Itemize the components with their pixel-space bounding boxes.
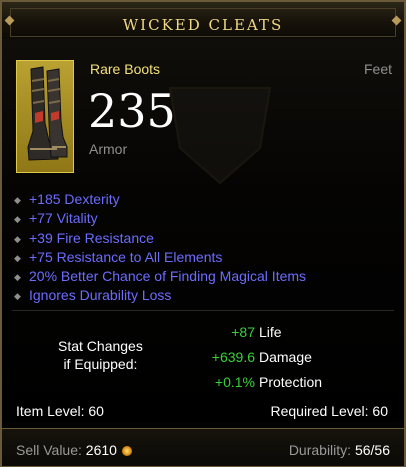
armor-shield-watermark-icon <box>168 87 272 185</box>
item-rarity-type: Rare Boots <box>90 61 161 77</box>
stat-change-row: +87 Life <box>205 323 322 348</box>
diamond-bullet-icon: ◆ <box>14 214 21 225</box>
sell-value-amount: 2610 <box>85 442 117 458</box>
item-name: WICKED CLEATS <box>122 16 284 34</box>
stat-change-value: +87 <box>231 324 255 340</box>
durability-label: Durability: <box>288 442 352 458</box>
item-level: Item Level: 60 <box>16 403 104 419</box>
gold-coin-icon <box>121 446 132 456</box>
affix-item: ◆ 20% Better Chance of Finding Magical It… <box>14 267 306 286</box>
sell-value-label: Sell Value: <box>16 442 82 458</box>
stat-change-row: +639.6 Damage <box>205 348 322 373</box>
affix-item: ◆ Ignores Durability Loss <box>14 286 306 305</box>
affix-item: ◆ +185 Dexterity <box>14 190 306 209</box>
boots-icon <box>17 61 73 172</box>
stat-change-name: Damage <box>259 349 312 365</box>
diamond-bullet-icon: ◆ <box>14 291 21 302</box>
diamond-bullet-icon: ◆ <box>14 195 21 205</box>
affix-item: ◆ +39 Fire Resistance <box>14 229 306 248</box>
diamond-bullet-icon: ◆ <box>14 252 21 263</box>
section-divider <box>12 310 394 311</box>
affix-item: ◆ +75 Resistance to All Elements <box>14 248 306 267</box>
item-slot: Feet <box>363 61 392 77</box>
diamond-bullet-icon: ◆ <box>14 233 21 244</box>
stat-change-name: Protection <box>259 374 323 390</box>
sell-value: Sell Value: 2610 <box>16 442 132 458</box>
stat-change-value: +0.1% <box>214 374 255 390</box>
stat-change-name: Life <box>259 324 282 340</box>
affix-item: ◆ +77 Vitality <box>14 209 306 228</box>
stat-change-value: +639.6 <box>211 349 255 365</box>
affix-list: ◆ +185 Dexterity ◆ +77 Vitality ◆ +39 Fire … <box>14 190 306 306</box>
stat-changes-list: +87 Life +639.6 Damage +0.1% Protection <box>205 323 322 398</box>
item-portrait <box>16 60 74 173</box>
tooltip-title-bar: WICKED CLEATS <box>2 2 404 41</box>
tooltip-footer: Sell Value: 2610 Durability: 56/56 <box>2 428 404 466</box>
required-level: Required Level: 60 <box>270 403 388 419</box>
stat-changes-heading: Stat Changes if Equipped: <box>58 338 143 372</box>
diamond-bullet-icon: ◆ <box>14 272 21 283</box>
stat-change-row: +0.1% Protection <box>205 373 322 398</box>
armor-label: Armor <box>89 141 128 157</box>
durability: Durability: 56/56 <box>289 442 390 458</box>
armor-value: 235 <box>88 84 176 138</box>
durability-value: 56/56 <box>354 442 390 458</box>
